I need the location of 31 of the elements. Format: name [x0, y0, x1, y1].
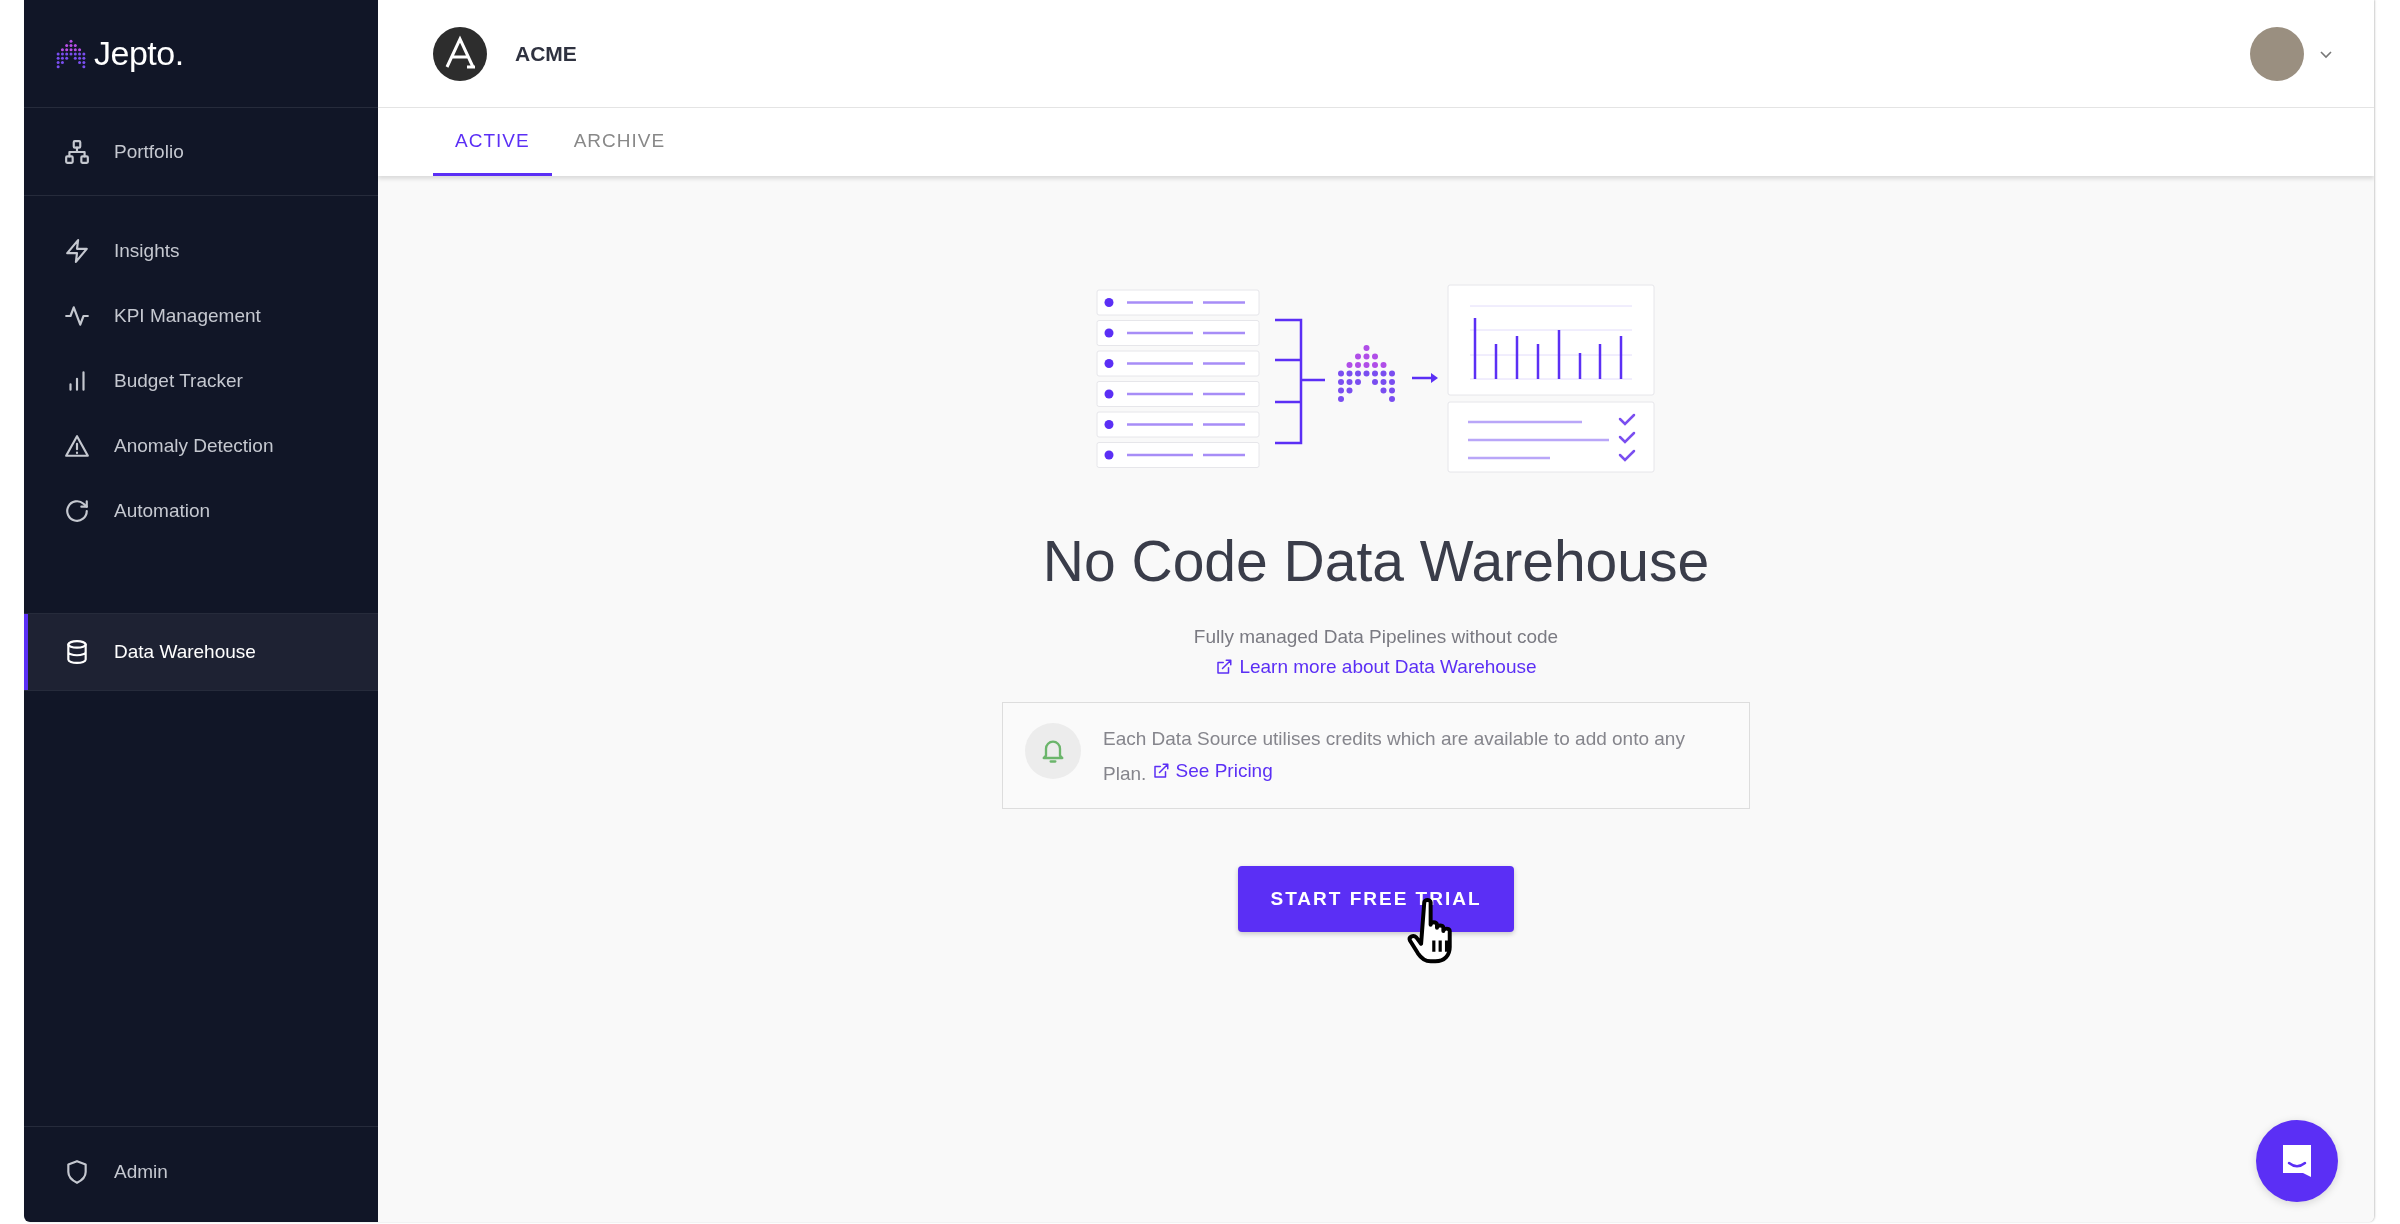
sidebar-item[interactable]: KPI Management	[24, 283, 378, 348]
chat-button[interactable]	[2256, 1120, 2338, 1202]
empty-state-title: No Code Data Warehouse	[1042, 528, 1710, 594]
pricing-link[interactable]: See Pricing	[1151, 755, 1273, 787]
lightning-icon	[64, 237, 90, 264]
start-trial-button[interactable]: START FREE TRIAL	[1238, 866, 1514, 932]
sidebar-item[interactable]: Budget Tracker	[24, 348, 378, 413]
tab[interactable]: ACTIVE	[433, 108, 552, 176]
sidebar-item[interactable]: Portfolio	[24, 119, 378, 184]
external-link-icon	[1215, 658, 1234, 676]
database-icon	[64, 639, 90, 665]
tab[interactable]: ARCHIVE	[551, 108, 688, 176]
empty-state-subtitle: Fully managed Data Pipelines without code	[1193, 626, 1559, 648]
org-logo-icon	[433, 26, 487, 81]
hierarchy-icon	[64, 138, 90, 165]
organization-name: ACME	[515, 41, 577, 66]
bell-icon	[1025, 723, 1081, 779]
warning-icon	[64, 432, 90, 459]
sidebar-item[interactable]: Data Warehouse	[24, 614, 378, 690]
notice-text: Each Data Source utilises credits which are available to add onto any Plan. See Pricing	[1103, 723, 1727, 790]
shield-icon	[64, 1158, 90, 1185]
refresh-icon	[64, 497, 90, 524]
learn-more-link[interactable]: Learn more about Data Warehouse	[1215, 656, 1537, 678]
logo-icon	[56, 38, 86, 69]
user-avatar[interactable]	[2250, 26, 2304, 81]
logo-text: Jepto.	[94, 34, 184, 73]
external-link-icon	[1151, 762, 1170, 780]
sidebar-item[interactable]: Insights	[24, 218, 378, 283]
sidebar-item[interactable]: Anomaly Detection	[24, 413, 378, 478]
sidebar-item[interactable]: Admin	[24, 1139, 378, 1204]
sidebar-item[interactable]: Automation	[24, 478, 378, 543]
